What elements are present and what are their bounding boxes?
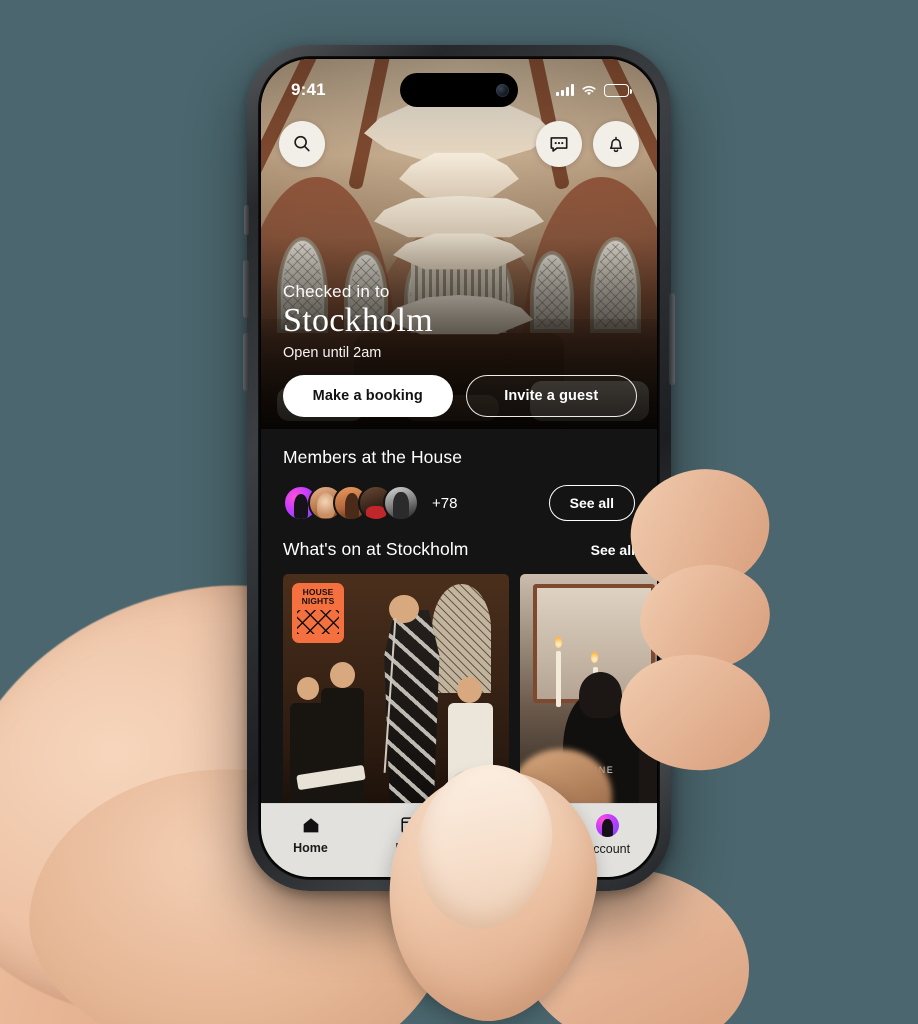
tab-book-label: Book (395, 841, 424, 855)
invite-a-guest-button[interactable]: Invite a guest (465, 375, 637, 417)
badge-line-2: NIGHTS (301, 596, 335, 607)
members-title: Members at the House (283, 447, 463, 467)
whats-on-header: What's on at Stockholm See all (261, 531, 657, 560)
explore-list-icon (500, 818, 517, 832)
house-nights-badge: HOUSE NIGHTS (292, 583, 344, 643)
search-button[interactable] (279, 121, 325, 167)
member-avatar-stack[interactable] (283, 485, 419, 521)
members-section: Members at the House +78 See all (261, 429, 657, 531)
tab-account[interactable]: Account (558, 814, 657, 856)
hero-cta-row: Make a booking Invite a guest (283, 375, 637, 417)
home-icon (303, 818, 318, 833)
status-indicators (556, 83, 632, 97)
device-bezel: 9:41 Checked in to Stockholm Open until … (258, 56, 660, 880)
tab-home[interactable]: Home (261, 814, 360, 855)
hero-action-buttons (261, 121, 657, 167)
hero-section: 9:41 Checked in to Stockholm Open until … (261, 59, 657, 429)
screenshot-stage: 9:41 Checked in to Stockholm Open until … (0, 0, 918, 1024)
members-row: +78 See all (283, 485, 635, 521)
search-icon (294, 135, 310, 152)
hero-gradient-overlay (261, 59, 657, 429)
hero-right-actions (536, 121, 639, 167)
diamond-lattice-icon (297, 610, 339, 635)
tab-book[interactable]: 29 Book (360, 814, 459, 855)
messages-button[interactable] (536, 121, 582, 167)
candle-flame-2 (590, 651, 598, 664)
hero-text-block: Checked in to Stockholm Open until 2am (283, 282, 433, 361)
tab-explore-label: Explore (487, 841, 530, 855)
whats-on-title: What's on at Stockholm (283, 539, 469, 559)
phone-drop-shadow (200, 905, 720, 1015)
candle-1 (556, 651, 562, 708)
notifications-button[interactable] (593, 121, 639, 167)
wifi-icon (582, 85, 596, 95)
open-until-label: Open until 2am (283, 345, 382, 361)
checked-in-label: Checked in to (283, 282, 390, 302)
member-avatar-5[interactable] (383, 485, 419, 521)
members-see-all-button[interactable]: See all (548, 485, 635, 521)
stage-window (432, 584, 491, 693)
account-avatar-icon (596, 814, 619, 837)
volume-down-button[interactable] (243, 333, 249, 391)
iphone-device: 9:41 Checked in to Stockholm Open until … (243, 45, 675, 891)
bell-icon (609, 136, 623, 153)
status-time: 9:41 (291, 80, 326, 99)
tab-account-label: Account (584, 842, 631, 856)
dynamic-island (400, 73, 518, 107)
power-button[interactable] (669, 293, 675, 385)
tab-explore[interactable]: Explore (459, 814, 558, 855)
svg-text:29: 29 (406, 825, 414, 832)
volume-up-button[interactable] (243, 260, 249, 318)
front-camera-lens (496, 83, 509, 97)
diner-main-head (579, 672, 623, 719)
candle-flame-1 (554, 635, 562, 648)
musician-2 (321, 687, 365, 817)
device-screen: 9:41 Checked in to Stockholm Open until … (261, 59, 657, 877)
home-indicator[interactable] (395, 864, 523, 869)
cellular-signal-icon (556, 84, 574, 96)
event-card-2-image: CELINE (520, 574, 657, 832)
member-extra-count: +78 (432, 494, 458, 512)
whats-on-see-all-link[interactable]: See all (591, 542, 635, 558)
silence-switch[interactable] (244, 205, 249, 235)
calendar-icon: 29 (400, 817, 419, 834)
tab-home-label: Home (293, 841, 328, 855)
messages-icon (550, 137, 568, 152)
battery-icon (604, 83, 632, 97)
house-name: Stockholm (283, 302, 434, 340)
musician-3-head (457, 677, 482, 703)
musician-2-head (330, 661, 356, 688)
make-a-booking-button[interactable]: Make a booking (283, 375, 453, 417)
event-card-1-image: HOUSE NIGHTS (283, 574, 509, 832)
